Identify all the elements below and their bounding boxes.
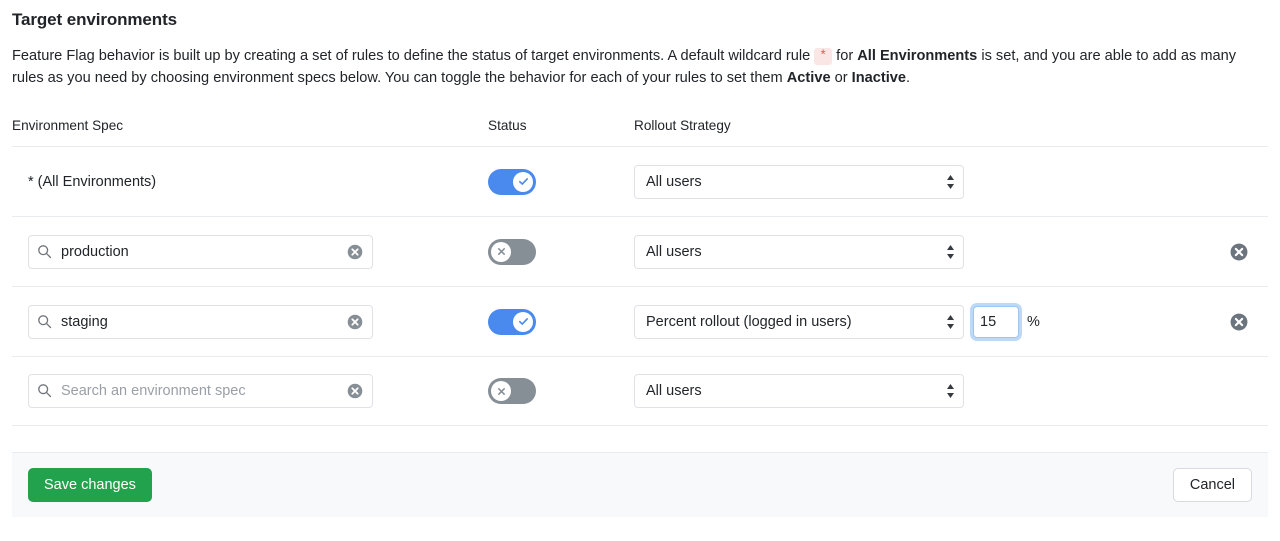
cancel-button[interactable]: Cancel: [1173, 468, 1252, 502]
inactive-emphasis: Inactive: [852, 70, 906, 86]
environment-spec-cell: * (All Environments): [12, 174, 488, 190]
rollout-strategy-cell: All users: [634, 374, 1268, 408]
rollout-strategy-cell: All users: [634, 235, 1268, 269]
table-row: All users: [12, 216, 1268, 286]
rollout-select-wrapper: All users: [634, 374, 964, 408]
column-header-status: Status: [488, 118, 634, 133]
rollout-strategy-select[interactable]: All users: [634, 374, 964, 408]
rollout-strategy-value: Percent rollout (logged in users): [646, 314, 852, 330]
environment-spec-search-wrapper: [28, 305, 373, 339]
rollout-strategy-value: All users: [646, 244, 702, 260]
delete-rule-icon[interactable]: [1230, 243, 1248, 261]
environment-spec-input[interactable]: [28, 235, 373, 269]
target-environments-page: Target environments Feature Flag behavio…: [0, 0, 1280, 541]
environment-spec-label: * (All Environments): [12, 174, 488, 190]
percent-sign-label: %: [1027, 314, 1040, 330]
rollout-select-wrapper: All users: [634, 165, 964, 199]
form-footer: Save changes Cancel: [12, 452, 1268, 517]
percent-rollout-group: %: [973, 306, 1040, 338]
column-header-environment-spec: Environment Spec: [12, 118, 488, 133]
rollout-strategy-cell: Percent rollout (logged in users) %: [634, 305, 1268, 339]
check-icon: [518, 176, 529, 187]
environment-spec-input[interactable]: [28, 374, 373, 408]
table-row: All users: [12, 356, 1268, 426]
status-cell: [488, 169, 634, 195]
status-toggle[interactable]: [488, 169, 536, 195]
table-header-row: Environment Spec Status Rollout Strategy: [12, 112, 1268, 146]
environment-spec-input[interactable]: [28, 305, 373, 339]
description-text-part-1: Feature Flag behavior is built up by cre…: [12, 48, 814, 64]
cross-icon: [497, 247, 506, 256]
rollout-strategy-value: All users: [646, 174, 702, 190]
rules-table: Environment Spec Status Rollout Strategy…: [12, 112, 1268, 426]
status-cell: [488, 309, 634, 335]
percent-rollout-input[interactable]: [973, 306, 1019, 338]
clear-input-icon[interactable]: [347, 244, 363, 260]
description-text-end: .: [906, 70, 910, 86]
environment-spec-search-wrapper: [28, 235, 373, 269]
rollout-strategy-value: All users: [646, 383, 702, 399]
environment-spec-cell: [12, 235, 488, 269]
page-title: Target environments: [12, 10, 177, 30]
status-toggle[interactable]: [488, 309, 536, 335]
check-icon: [518, 316, 529, 327]
rollout-select-wrapper: Percent rollout (logged in users): [634, 305, 964, 339]
toggle-knob: [491, 242, 511, 262]
status-toggle[interactable]: [488, 239, 536, 265]
table-row: * (All Environments) All users: [12, 146, 1268, 216]
rollout-strategy-select[interactable]: All users: [634, 165, 964, 199]
cross-icon: [497, 387, 506, 396]
toggle-knob: [513, 172, 533, 192]
description-text-or: or: [831, 70, 852, 86]
status-toggle[interactable]: [488, 378, 536, 404]
clear-input-icon[interactable]: [347, 383, 363, 399]
toggle-knob: [491, 381, 511, 401]
environment-spec-cell: [12, 305, 488, 339]
delete-rule-icon[interactable]: [1230, 313, 1248, 331]
active-emphasis: Active: [787, 70, 831, 86]
table-row: Percent rollout (logged in users) %: [12, 286, 1268, 356]
wildcard-code-badge: *: [814, 48, 832, 65]
environment-spec-cell: [12, 374, 488, 408]
rollout-strategy-cell: All users: [634, 165, 1268, 199]
description-text-part-2: for: [832, 48, 857, 64]
rollout-strategy-select[interactable]: Percent rollout (logged in users): [634, 305, 964, 339]
save-changes-button[interactable]: Save changes: [28, 468, 152, 502]
all-environments-emphasis: All Environments: [857, 48, 977, 64]
clear-input-icon[interactable]: [347, 314, 363, 330]
toggle-knob: [513, 312, 533, 332]
rollout-strategy-select[interactable]: All users: [634, 235, 964, 269]
rollout-select-wrapper: All users: [634, 235, 964, 269]
environment-spec-search-wrapper: [28, 374, 373, 408]
status-cell: [488, 378, 634, 404]
page-description: Feature Flag behavior is built up by cre…: [12, 45, 1237, 89]
column-header-rollout-strategy: Rollout Strategy: [634, 118, 1268, 133]
status-cell: [488, 239, 634, 265]
